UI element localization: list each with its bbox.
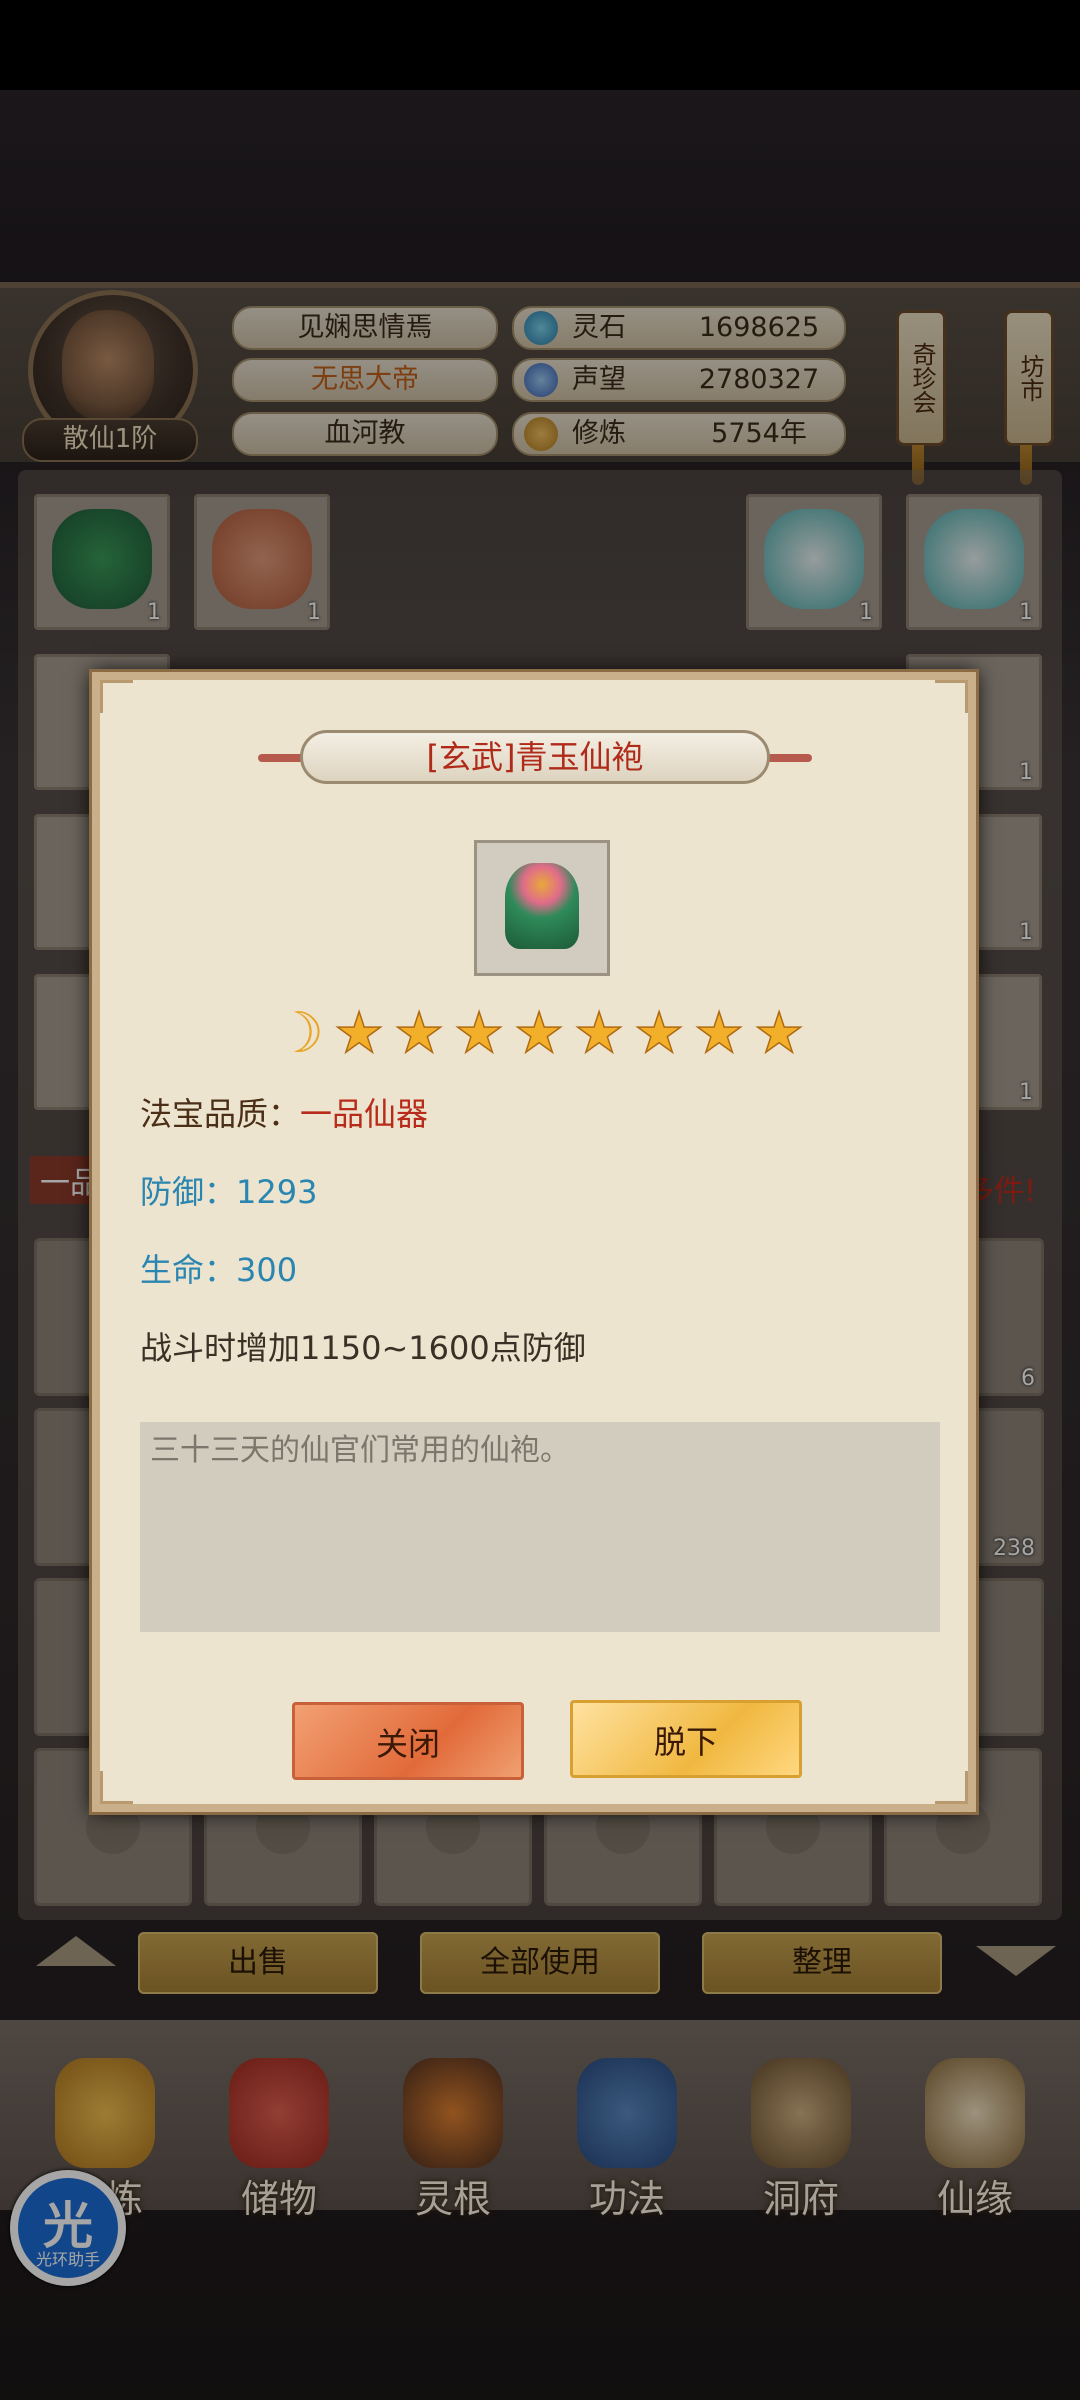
moon-icon: ☽	[274, 1001, 324, 1064]
frame-corner	[100, 1771, 133, 1804]
effect-text: 战斗时增加1150~1600点防御	[140, 1329, 586, 1367]
frame-corner	[935, 1771, 968, 1804]
star-icon: ★	[454, 1001, 504, 1064]
star-rating: ☽ ★ ★ ★ ★ ★ ★ ★ ★	[274, 1000, 805, 1064]
item-icon-frame	[474, 840, 610, 976]
description-text: 三十三天的仙官们常用的仙袍。	[150, 1433, 570, 1468]
star-icon: ★	[694, 1001, 744, 1064]
description-box: 三十三天的仙官们常用的仙袍。	[140, 1422, 940, 1632]
close-button[interactable]: 关闭	[292, 1702, 524, 1780]
star-icon: ★	[634, 1001, 684, 1064]
quality-value: 一品仙器	[300, 1095, 429, 1133]
quality-label: 法宝品质：	[140, 1095, 301, 1133]
quality-row: 法宝品质：一品仙器	[140, 1092, 428, 1136]
item-title: [玄武]青玉仙袍	[426, 738, 644, 776]
title-banner: [玄武]青玉仙袍	[300, 730, 770, 784]
jade-robe-icon	[505, 863, 579, 949]
frame-corner	[100, 680, 133, 713]
defense-stat: 防御：1293	[140, 1173, 318, 1211]
hp-stat: 生命：300	[140, 1251, 298, 1289]
frame-corner	[935, 680, 968, 713]
unequip-button[interactable]: 脱下	[570, 1700, 802, 1778]
star-icon: ★	[394, 1001, 444, 1064]
star-icon: ★	[754, 1001, 804, 1064]
star-icon: ★	[514, 1001, 564, 1064]
star-icon: ★	[334, 1001, 384, 1064]
item-detail-dialog: [玄武]青玉仙袍 ☽ ★ ★ ★ ★ ★ ★ ★ ★ 法宝品质：一品仙器 防御：1293 生命：…	[92, 672, 976, 1812]
star-icon: ★	[574, 1001, 624, 1064]
